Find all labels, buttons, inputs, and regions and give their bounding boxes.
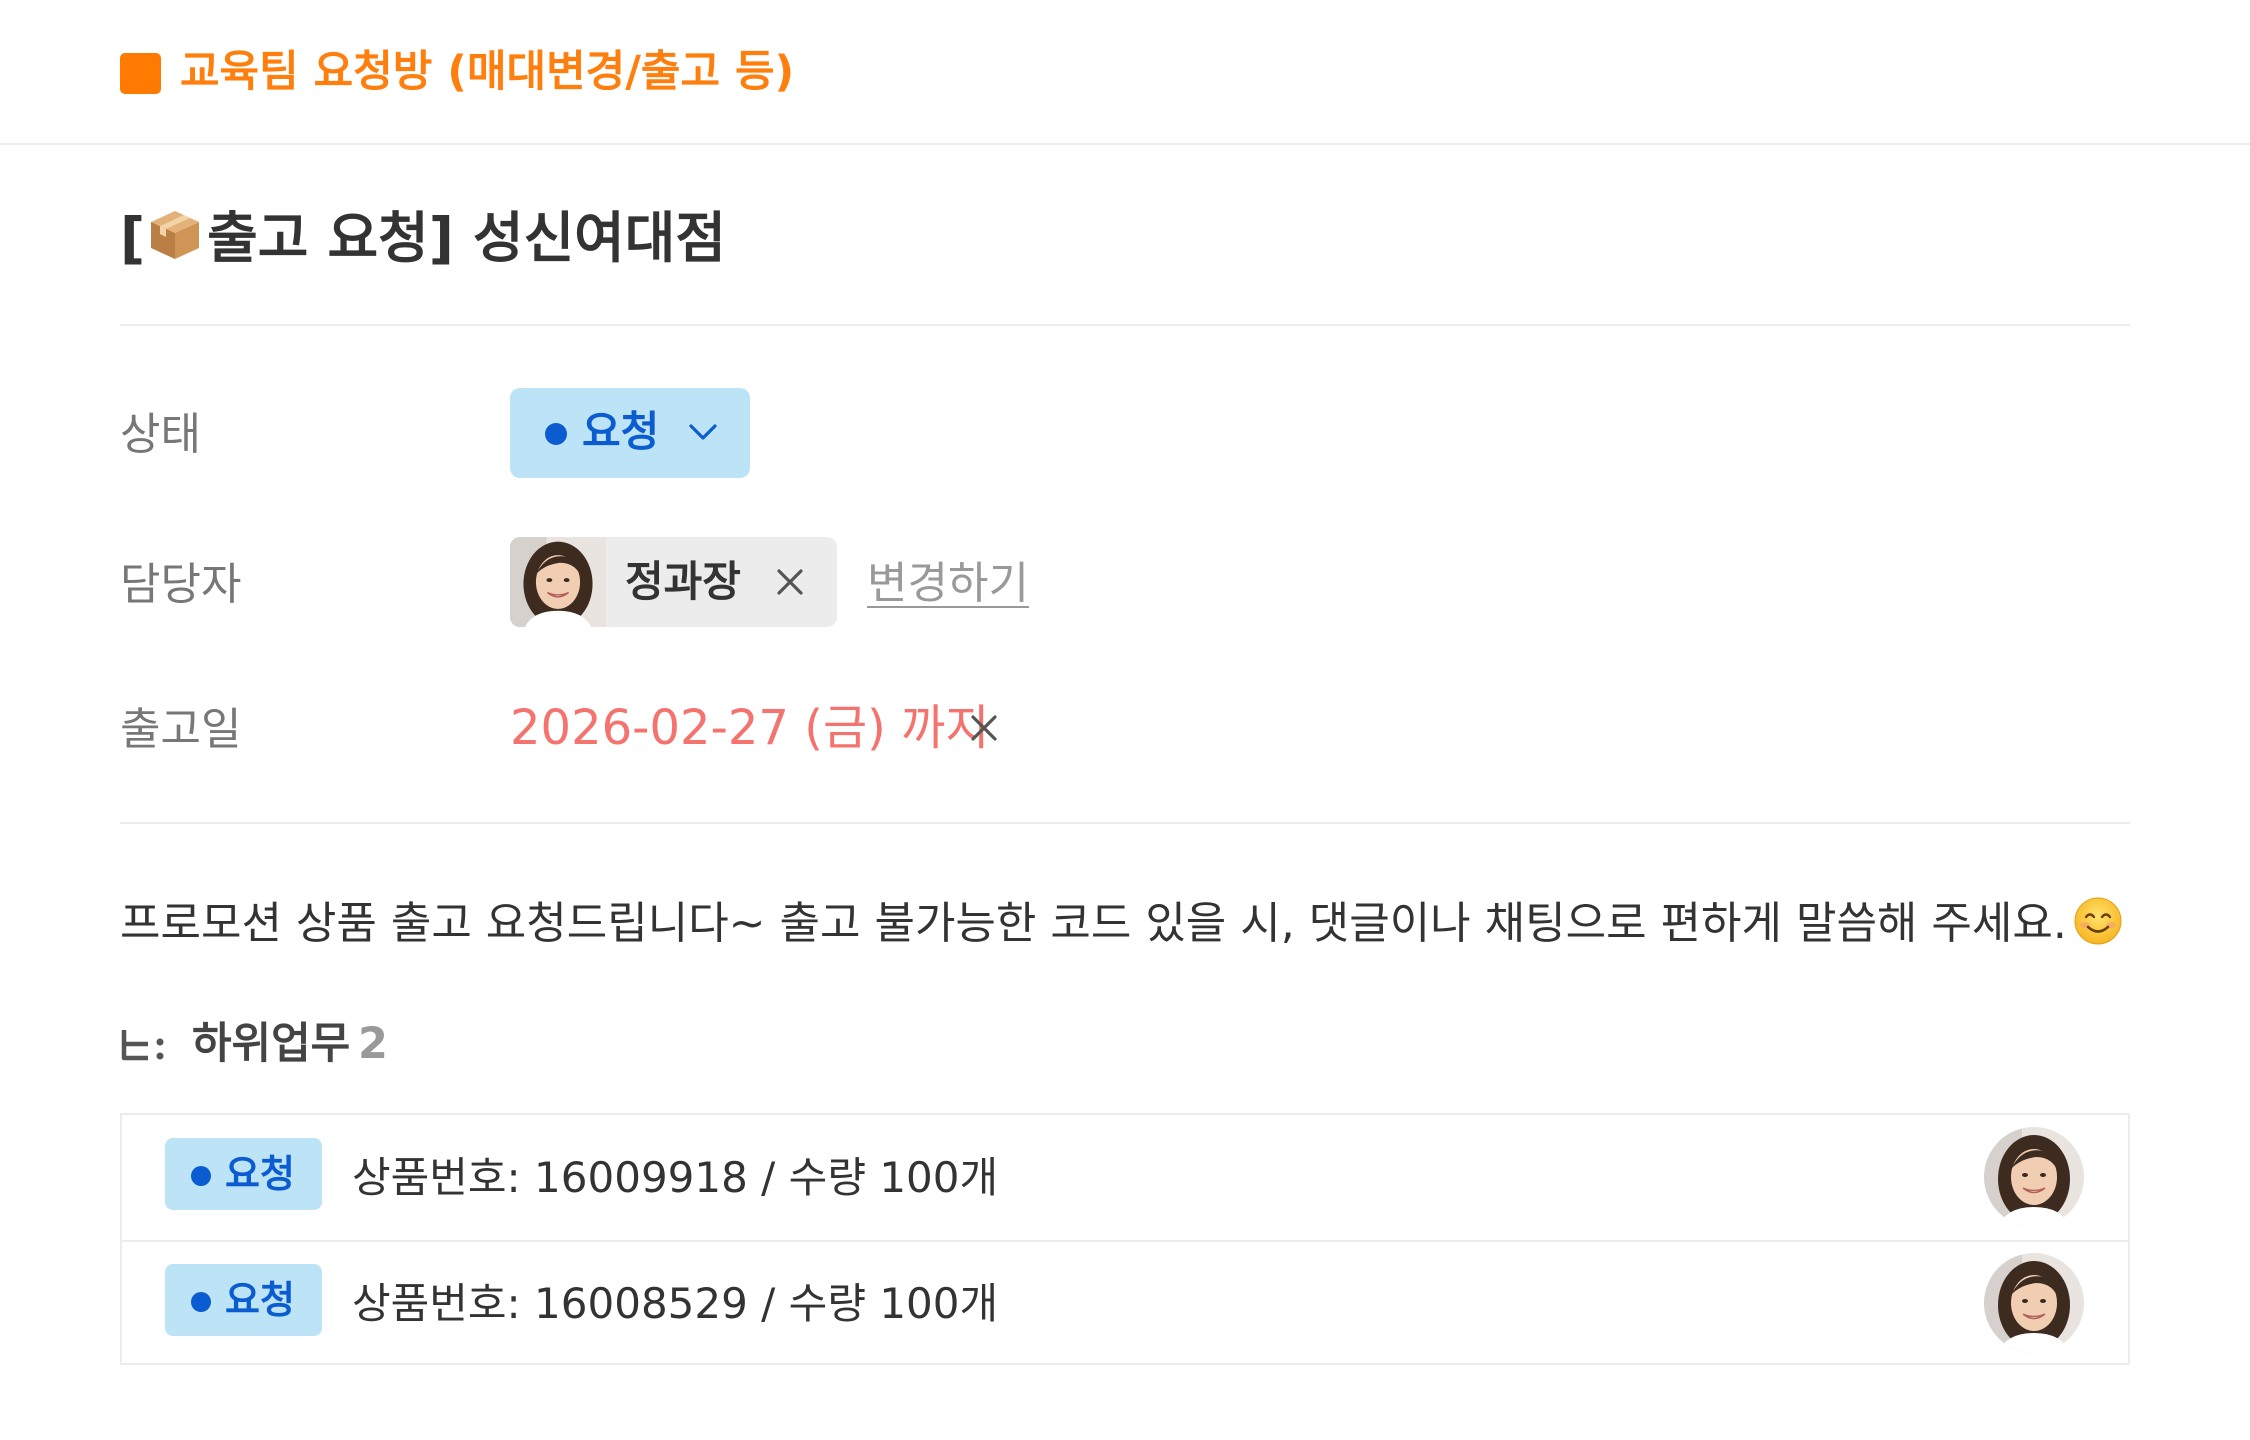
package-icon bbox=[151, 211, 200, 259]
task-title-text: 출고 요청] 성신여대점 bbox=[207, 206, 726, 270]
assignee-chip[interactable]: 정과장 bbox=[510, 537, 837, 627]
divider bbox=[120, 822, 2130, 824]
project-header: 교육팀 요청방 (매대변경/출고 등) bbox=[0, 0, 2250, 145]
status-dot-icon bbox=[191, 1292, 211, 1312]
smiling-face-icon bbox=[2074, 897, 2122, 945]
subtask-row[interactable]: 요청 상품번호: 16009918 / 수량 100개 bbox=[122, 1115, 2128, 1240]
due-date-value[interactable]: 2026-02-27 (금) 까지 bbox=[510, 696, 989, 760]
avatar bbox=[1984, 1253, 2084, 1353]
assignee-label: 담당자 bbox=[120, 559, 242, 610]
due-date-label: 출고일 bbox=[120, 704, 242, 755]
avatar bbox=[1984, 1127, 2084, 1227]
task-description[interactable]: 프로모션 상품 출고 요청드립니다~ 출고 불가능한 코드 있을 시, 댓글이나… bbox=[120, 893, 2123, 955]
task-title-prefix: [ bbox=[120, 206, 146, 270]
project-color-icon bbox=[120, 53, 161, 94]
clear-due-date-icon[interactable] bbox=[969, 713, 999, 743]
avatar bbox=[510, 537, 606, 627]
chevron-down-icon bbox=[689, 424, 717, 440]
change-assignee-link[interactable]: 변경하기 bbox=[867, 554, 1029, 614]
subtask-icon bbox=[121, 1030, 164, 1061]
subtask-status-badge[interactable]: 요청 bbox=[165, 1264, 322, 1336]
status-dropdown[interactable]: 요청 bbox=[510, 388, 750, 478]
status-value: 요청 bbox=[582, 407, 660, 456]
project-title[interactable]: 교육팀 요청방 (매대변경/출고 등) bbox=[180, 40, 794, 104]
subtask-status: 요청 bbox=[225, 1278, 295, 1322]
remove-assignee-icon[interactable] bbox=[775, 567, 805, 597]
subtask-row[interactable]: 요청 상품번호: 16008529 / 수량 100개 bbox=[122, 1240, 2128, 1367]
task-title[interactable]: [ 출고 요청] 성신여대점 bbox=[120, 200, 726, 276]
description-text: 프로모션 상품 출고 요청드립니다~ 출고 불가능한 코드 있을 시, 댓글이나… bbox=[120, 898, 2067, 949]
subtask-status-badge[interactable]: 요청 bbox=[165, 1138, 322, 1210]
assignee-name: 정과장 bbox=[625, 557, 741, 606]
status-label: 상태 bbox=[120, 409, 201, 460]
divider bbox=[120, 324, 2130, 326]
status-dot-icon bbox=[191, 1166, 211, 1186]
status-dot-icon bbox=[545, 423, 567, 445]
subtask-list: 요청 상품번호: 16009918 / 수량 100개 요청 상품번호: 160… bbox=[120, 1113, 2130, 1365]
subtask-count: 2 bbox=[358, 1019, 388, 1069]
subtask-status: 요청 bbox=[225, 1152, 295, 1196]
subtask-section-label: 하위업무 bbox=[192, 1019, 351, 1069]
subtask-title: 상품번호: 16009918 / 수량 100개 bbox=[352, 1153, 999, 1202]
subtask-title: 상품번호: 16008529 / 수량 100개 bbox=[352, 1279, 999, 1328]
